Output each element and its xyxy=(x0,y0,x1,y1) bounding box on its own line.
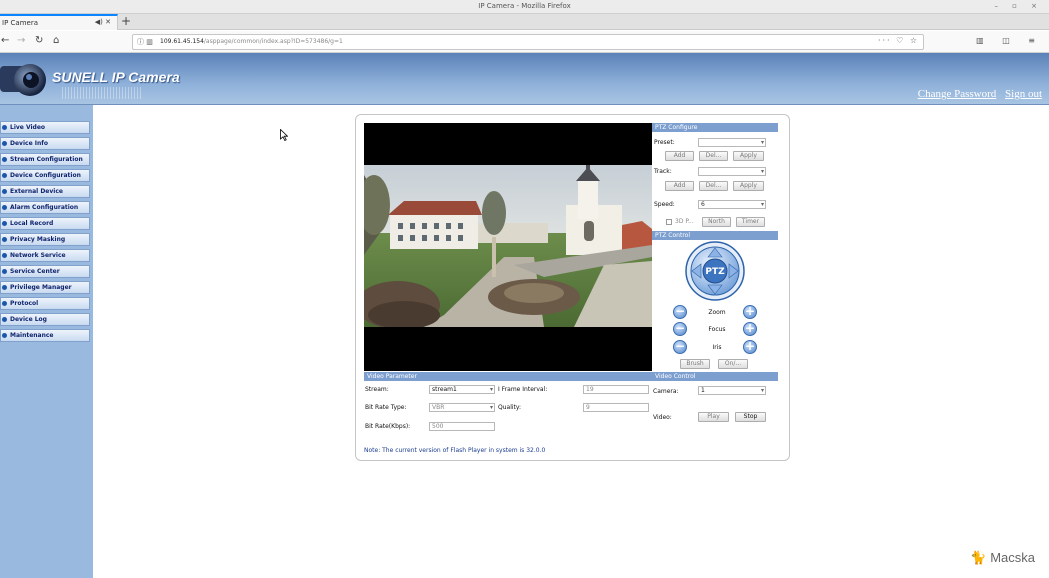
play-button[interactable]: Play xyxy=(698,412,729,422)
preset-select[interactable] xyxy=(698,138,766,147)
timer-button[interactable]: Timer xyxy=(736,217,765,227)
sidebar-item-device-configuration[interactable]: Device Configuration xyxy=(0,169,90,182)
bit-rate-type-select[interactable]: VBR xyxy=(429,403,495,412)
watermark: 🐈 Macska xyxy=(970,550,1035,566)
sidebar-item-alarm-configuration[interactable]: Alarm Configuration xyxy=(0,201,90,214)
camera-feed-image xyxy=(364,165,652,327)
back-arrow-icon[interactable]: ← xyxy=(1,35,9,46)
3d-position-label: 3D P... xyxy=(675,218,694,225)
tab-mute-close-icon[interactable]: ◀) ✕ xyxy=(95,18,111,26)
sidebar-item-device-info[interactable]: Device Info xyxy=(0,137,90,150)
on-off-button[interactable]: On/... xyxy=(718,359,748,369)
iframe-interval-label: I Frame Interval: xyxy=(498,386,548,393)
bit-rate-type-label: Bit Rate Type: xyxy=(365,404,407,411)
sidebar-item-local-record[interactable]: Local Record xyxy=(0,217,90,230)
quality-label: Quality: xyxy=(498,404,522,411)
ptz-center-label: PTZ xyxy=(705,267,725,277)
live-video-panel: PTZ Configure Preset: Add Del... Apply T… xyxy=(355,114,790,461)
page-actions-icons[interactable]: ··· ♡ ☆ xyxy=(878,36,919,45)
sidebar-item-stream-configuration[interactable]: Stream Configuration xyxy=(0,153,90,166)
video-viewport[interactable] xyxy=(364,123,652,371)
sidebar-item-live-video[interactable]: Live Video xyxy=(0,121,90,134)
sidebar: Live Video Device Info Stream Configurat… xyxy=(0,105,93,578)
camera-label: Camera: xyxy=(653,388,679,395)
new-tab-plus-icon[interactable]: + xyxy=(121,14,131,29)
3d-position-checkbox[interactable] xyxy=(666,219,672,225)
focus-near-button[interactable]: − xyxy=(673,322,687,336)
camera-select[interactable]: 1 xyxy=(698,386,766,395)
iris-label: Iris xyxy=(712,344,722,351)
watermark-text: Macska xyxy=(990,550,1035,565)
preset-del-button[interactable]: Del... xyxy=(699,151,728,161)
sidebar-item-privilege-manager[interactable]: Privilege Manager xyxy=(0,281,90,294)
info-lock-icon[interactable]: ⓘ ▥ xyxy=(137,37,153,47)
sign-out-link[interactable]: Sign out xyxy=(1005,88,1042,100)
bit-rate-input[interactable]: 500 xyxy=(429,422,495,431)
stop-button[interactable]: Stop xyxy=(735,412,766,422)
focus-far-button[interactable]: + xyxy=(743,322,757,336)
preset-apply-button[interactable]: Apply xyxy=(733,151,764,161)
window-title: IP Camera - Mozilla Firefox xyxy=(478,2,571,10)
sidebar-item-privacy-masking[interactable]: Privacy Masking xyxy=(0,233,90,246)
north-button[interactable]: North xyxy=(702,217,731,227)
sidebar-item-external-device[interactable]: External Device xyxy=(0,185,90,198)
track-apply-button[interactable]: Apply xyxy=(733,181,764,191)
app-banner: SUNELL IP Camera Change Password Sign ou… xyxy=(0,53,1049,105)
ptz-direction-pad[interactable]: PTZ xyxy=(685,241,745,301)
ptz-control-header: PTZ Control xyxy=(652,231,778,240)
video-label: Video: xyxy=(653,414,672,421)
zoom-in-button[interactable]: + xyxy=(743,305,757,319)
video-control-header: Video Control xyxy=(652,372,778,381)
zoom-label: Zoom xyxy=(708,309,726,316)
tab-ip-camera[interactable]: IP Camera ◀) ✕ xyxy=(0,14,118,30)
bit-rate-label: Bit Rate(Kbps): xyxy=(365,423,411,430)
focus-label: Focus xyxy=(708,326,726,333)
sidebar-item-service-center[interactable]: Service Center xyxy=(0,265,90,278)
tab-bar: IP Camera ◀) ✕ + xyxy=(0,14,1049,30)
home-icon[interactable]: ⌂ xyxy=(53,35,59,46)
brand-stripes xyxy=(62,87,142,99)
window-controls[interactable]: – ▫ × xyxy=(994,2,1043,10)
tab-label: IP Camera xyxy=(2,19,38,27)
reload-icon[interactable]: ↻ xyxy=(35,35,43,46)
mouse-cursor-icon xyxy=(280,129,288,141)
window-titlebar: IP Camera - Mozilla Firefox – ▫ × xyxy=(0,0,1049,14)
camera-logo-icon xyxy=(0,64,46,96)
sidebar-item-network-service[interactable]: Network Service xyxy=(0,249,90,262)
preset-add-button[interactable]: Add xyxy=(665,151,694,161)
sidebar-item-maintenance[interactable]: Maintenance xyxy=(0,329,90,342)
track-label: Track: xyxy=(654,168,672,175)
stream-select[interactable]: stream1 xyxy=(429,385,495,394)
url-bar[interactable]: ⓘ ▥ 109.61.45.154/asppage/common/index.a… xyxy=(132,34,924,50)
speed-label: Speed: xyxy=(654,201,675,208)
iris-close-button[interactable]: − xyxy=(673,340,687,354)
change-password-link[interactable]: Change Password xyxy=(918,88,997,100)
speed-select[interactable]: 6 xyxy=(698,200,766,209)
track-del-button[interactable]: Del... xyxy=(699,181,728,191)
url-text: 109.61.45.154/asppage/common/index.asp?I… xyxy=(160,38,343,45)
ptz-configure-header: PTZ Configure xyxy=(652,123,778,132)
iframe-interval-input[interactable]: 19 xyxy=(583,385,649,394)
nav-bar: ← → ↻ ⌂ ⓘ ▥ 109.61.45.154/asppage/common… xyxy=(0,31,1049,53)
library-sidebar-menu-icons[interactable]: ▥ ◫ ≡ xyxy=(976,36,1043,45)
brush-button[interactable]: Brush xyxy=(680,359,710,369)
flash-version-note: Note: The current version of Flash Playe… xyxy=(364,447,546,454)
track-select[interactable] xyxy=(698,167,766,176)
cat-icon: 🐈 xyxy=(970,550,991,565)
sidebar-item-device-log[interactable]: Device Log xyxy=(0,313,90,326)
iris-open-button[interactable]: + xyxy=(743,340,757,354)
track-add-button[interactable]: Add xyxy=(665,181,694,191)
sidebar-item-protocol[interactable]: Protocol xyxy=(0,297,90,310)
quality-input[interactable]: 9 xyxy=(583,403,649,412)
video-parameter-header: Video Parameter xyxy=(364,372,652,381)
forward-arrow-icon[interactable]: → xyxy=(17,35,25,46)
brand-title: SUNELL IP Camera xyxy=(52,69,180,85)
zoom-out-button[interactable]: − xyxy=(673,305,687,319)
header-links: Change Password Sign out xyxy=(912,88,1042,100)
preset-label: Preset: xyxy=(654,139,675,146)
stream-label: Stream: xyxy=(365,386,389,393)
